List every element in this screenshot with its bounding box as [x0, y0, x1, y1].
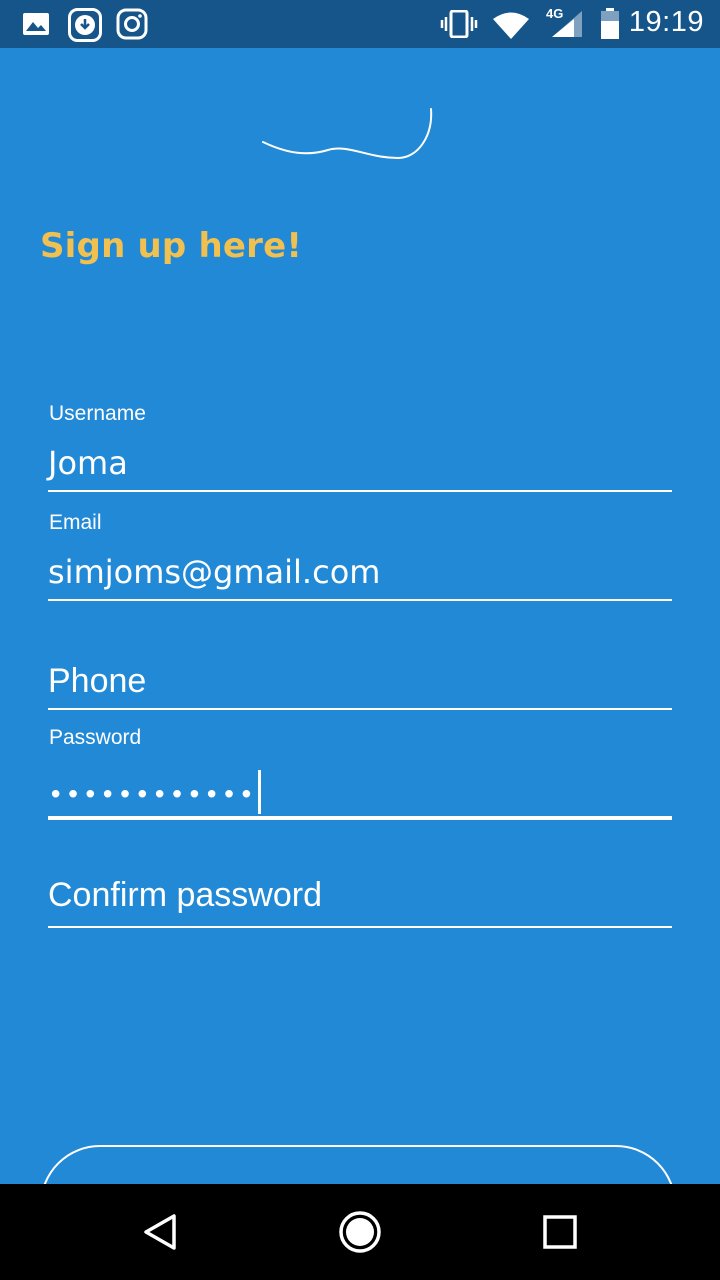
- signal-icon: [550, 10, 584, 42]
- phone-underline: [48, 708, 672, 710]
- email-field[interactable]: Email simjoms@gmail.com: [48, 511, 672, 603]
- confirm-password-underline: [48, 926, 672, 928]
- phone-input[interactable]: Phone: [48, 662, 146, 701]
- home-icon[interactable]: [338, 1210, 382, 1254]
- password-masked-value: ••••••••••••: [48, 780, 257, 811]
- navigation-bar: [0, 1184, 720, 1280]
- battery-icon: [600, 8, 620, 44]
- email-label: Email: [49, 511, 102, 534]
- status-bar: 4G 19:19: [0, 0, 720, 48]
- confirm-password-input[interactable]: Confirm password: [48, 876, 322, 915]
- username-underline: [48, 490, 672, 492]
- image-icon: [22, 12, 50, 40]
- page-title: Sign up here!: [40, 226, 303, 266]
- email-underline: [48, 599, 672, 601]
- confirm-password-field[interactable]: Confirm password: [48, 838, 672, 930]
- text-cursor: [258, 770, 262, 814]
- logo-curve-icon: [262, 108, 433, 160]
- email-input[interactable]: simjoms@gmail.com: [48, 553, 380, 591]
- back-icon[interactable]: [138, 1210, 182, 1254]
- recents-icon[interactable]: [538, 1210, 582, 1254]
- password-underline: [48, 816, 672, 820]
- signup-screen: Sign up here! Username Joma Email simjom…: [0, 48, 720, 1184]
- password-label: Password: [49, 726, 142, 749]
- password-input[interactable]: ••••••••••••: [48, 770, 262, 818]
- instagram-icon: [116, 8, 148, 44]
- clock: 19:19: [628, 6, 704, 38]
- phone-field[interactable]: Phone: [48, 620, 672, 712]
- vibrate-icon: [440, 9, 478, 42]
- download-icon: [68, 8, 102, 46]
- username-field[interactable]: Username Joma: [48, 402, 672, 494]
- wifi-icon: [492, 12, 530, 44]
- signup-button[interactable]: [40, 1145, 676, 1184]
- username-label: Username: [49, 402, 146, 425]
- password-field[interactable]: Password ••••••••••••: [48, 726, 672, 822]
- username-input[interactable]: Joma: [48, 444, 128, 482]
